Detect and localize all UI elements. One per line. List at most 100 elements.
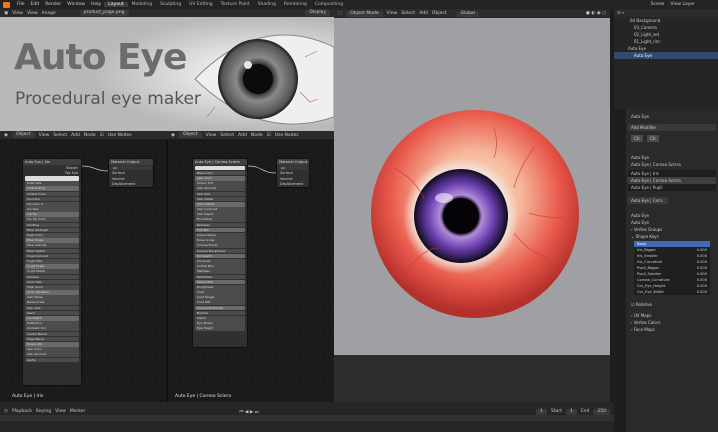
menu-marker[interactable]: Marker [70,409,86,414]
menu-view[interactable]: View [387,11,398,16]
3d-viewport[interactable] [334,18,610,402]
node-input-field[interactable]: Coat IOR [195,300,245,306]
playback-controls[interactable]: ⏮ ◀ ▶ ⏭ [239,409,258,415]
mesh-name[interactable]: Auto Eye [628,219,716,226]
shape-key-row[interactable]: Cor_Eye_Width 0.000 [634,289,710,295]
outliner-item[interactable]: 03_Camera [614,24,718,31]
tab-modeling[interactable]: Modeling [128,2,156,7]
node-input-field[interactable]: Vein Amount [195,186,245,191]
node-input-field[interactable]: Pupil Size [25,181,79,186]
start-frame-field[interactable]: 1 [565,408,577,415]
tab-rendering[interactable]: Rendering [280,2,311,7]
outliner-item[interactable]: 02_Light_set [614,31,718,38]
node-input-field[interactable]: Coat Rough [195,295,245,300]
node-input-field[interactable]: Iris Depth [25,316,79,321]
node-input-field[interactable]: Iris Tip [25,212,79,217]
node-input-field[interactable]: Vein Distort [195,201,245,207]
section-vertex-colors[interactable]: › Vertex Colors [628,319,716,326]
socket-displacement[interactable]: Displacement [277,181,309,186]
use-nodes-checkbox-2[interactable]: ☑ [267,133,271,138]
node-group-iris[interactable]: Auto Eye | Iris Shader Fac Eye Auto Eye … [22,158,82,386]
menu-select[interactable]: Select [53,133,67,138]
node-input-field[interactable]: Normal [195,310,245,316]
section-shape-keys[interactable]: ⌄ Shape Keys [628,233,716,240]
timeline-type-icon[interactable]: ◷ [4,409,8,414]
menu-select[interactable]: Select [401,11,415,16]
outliner-item[interactable]: Auto Eye [614,45,718,52]
node-input-field[interactable]: Iris Tip Color [25,217,79,223]
node-input-field[interactable]: Edge Blend [25,336,79,342]
node-input-field[interactable]: Redness [195,222,245,228]
scene-selector[interactable]: Scene [648,2,668,7]
node-input-field[interactable]: Fiber Density [25,243,79,248]
node-input-field[interactable]: Roughness [195,284,245,290]
node-input-field[interactable]: Center Blend [25,331,79,337]
node-input-field[interactable]: Crypt Scale [25,264,79,269]
node-input-field[interactable]: Pupil Anim [25,284,79,290]
blender-logo-icon[interactable] [3,1,10,8]
timeline-ruler[interactable] [0,415,614,421]
node-input-field[interactable]: Vein Color [25,347,79,352]
node-input-field[interactable]: Iris Color 2 [25,201,79,207]
target-dropdown[interactable]: All [111,165,151,171]
node-editor-type-icon-2[interactable]: ◉ [171,133,175,138]
menu-edit[interactable]: Edit [28,2,43,7]
node-input-field[interactable]: Vein Color [195,175,245,181]
node-input-field[interactable]: Auto Eye | Iris [25,175,79,181]
menu-object[interactable]: Object [432,11,447,16]
material-slot[interactable]: Auto Eye | Iris [628,170,716,177]
node-input-field[interactable]: Clearcoat Normal [195,305,245,311]
menu-view[interactable]: View [39,133,50,138]
orientation-dropdown[interactable]: Global [456,10,479,17]
node-input-field[interactable]: Limbal Ring [25,186,79,191]
node-input-field[interactable]: Coat [195,290,245,295]
node-input-field[interactable]: Crypt Depth [25,269,79,274]
object-dropdown[interactable]: Object [11,132,35,138]
tab-shading[interactable]: Shading [254,2,280,7]
material-slot[interactable]: Auto Eye | Pupil [628,184,716,191]
tab-texture-paint[interactable]: Texture Paint [217,2,254,7]
node-input-field[interactable]: Auto Eye | Cornea Sclera [195,165,245,171]
menu-help[interactable]: Help [88,2,104,7]
node-input-field[interactable]: Base Color [195,170,245,176]
node-input-field[interactable]: Vein Contrast [195,207,245,212]
node-input-field[interactable]: Eye Height [195,326,245,331]
menu-keying[interactable]: Keying [36,409,51,414]
tab-uv-editing[interactable]: UV Editing [185,2,216,7]
tab-compositing[interactable]: Compositing [311,2,347,7]
socket-displacement[interactable]: Displacement [109,181,153,186]
node-input-field[interactable]: Alpha [25,357,79,363]
node-input-field[interactable]: Vein Depth [195,212,245,217]
node-material-output[interactable]: Material Output All Surface Volume Displ… [108,158,154,188]
node-input-field[interactable]: Sclera SSS [195,279,245,285]
mod-field[interactable]: Ctr [631,135,644,142]
menu-window[interactable]: Window [64,2,88,7]
current-frame-field[interactable]: 1 [536,408,547,415]
menu-view-2[interactable]: View [27,11,38,16]
end-frame-field[interactable]: 250 [593,408,610,415]
node-input-field[interactable]: Iris Color [25,196,79,202]
section-face-maps[interactable]: › Face Maps [628,326,716,333]
node-input-field[interactable]: Seed [25,310,79,316]
node-input-field[interactable]: Noise Scale [25,300,79,306]
menu-select-2[interactable]: Select [220,133,234,138]
object-dropdown-2[interactable]: Object [178,132,202,138]
menu-view-2[interactable]: View [206,133,217,138]
node-input-field[interactable]: Cornea Bump [195,243,245,248]
node-input-field[interactable]: Vein Size [25,305,79,311]
shading-mode-icons[interactable]: ● ◐ ◉ ○ [586,11,606,16]
node-input-field[interactable]: Crypt Size [25,258,79,264]
menu-render[interactable]: Render [42,2,64,7]
image-name-field[interactable]: product_page.png [79,10,129,16]
mod-field[interactable]: Ctr [647,135,660,142]
node-material-output-2[interactable]: Material Output All Surface Volume Displ… [276,158,310,188]
node-input-field[interactable]: Color Variation [25,290,79,295]
node-input-field[interactable]: Sclera Noise [195,233,245,238]
node-input-field[interactable]: Vein Size [195,191,245,197]
node-input-field[interactable]: Limbal Blur [195,264,245,269]
menu-image[interactable]: Image [42,11,56,16]
node-input-field[interactable]: Cornea Roughness [195,248,245,254]
node-input-field[interactable]: Alpha [195,316,245,321]
image-editor-type-icon[interactable]: ▣ [4,11,8,16]
properties-tabs[interactable] [614,109,626,432]
